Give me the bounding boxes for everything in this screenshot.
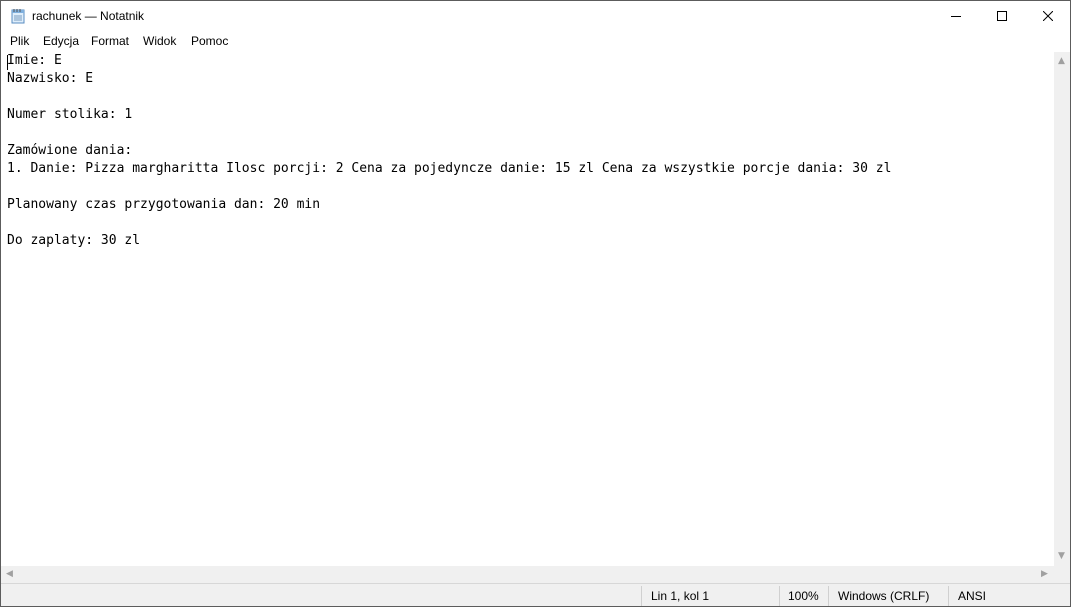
status-position: Lin 1, kol 1 <box>651 589 710 603</box>
scroll-left-icon[interactable]: ◀ <box>6 570 13 579</box>
scrollbar-corner <box>1054 566 1070 583</box>
minimize-button[interactable] <box>933 1 979 31</box>
maximize-icon <box>997 11 1007 21</box>
menu-bar: Plik Edycja Format Widok Pomoc <box>1 31 1070 51</box>
status-line-ending: Windows (CRLF) <box>838 589 930 603</box>
horizontal-scrollbar[interactable]: ◀ ▶ <box>1 566 1054 583</box>
status-encoding: ANSI <box>958 589 987 603</box>
vertical-scrollbar[interactable]: ▲ ▼ <box>1054 52 1070 566</box>
status-divider <box>828 586 829 606</box>
text-editor[interactable]: Imie: E Nazwisko: E Numer stolika: 1 Zam… <box>1 52 1054 566</box>
notepad-window: rachunek — Notatnik Plik Edycja Format W… <box>0 0 1071 607</box>
scroll-up-icon[interactable]: ▲ <box>1058 57 1065 66</box>
notepad-icon <box>11 8 25 24</box>
title-bar[interactable]: rachunek — Notatnik <box>1 1 1070 31</box>
status-bar: Lin 1, kol 1 100% Windows (CRLF) ANSI <box>1 583 1070 606</box>
scroll-right-icon[interactable]: ▶ <box>1041 570 1048 579</box>
menu-pomoc[interactable]: Pomoc <box>191 34 228 48</box>
minimize-icon <box>951 16 961 17</box>
window-title: rachunek — Notatnik <box>32 9 145 23</box>
close-icon <box>1043 11 1053 21</box>
status-divider <box>641 586 642 606</box>
menu-edycja[interactable]: Edycja <box>43 34 79 48</box>
document-text[interactable]: Imie: E Nazwisko: E Numer stolika: 1 Zam… <box>7 52 891 250</box>
menu-format[interactable]: Format <box>91 34 129 48</box>
close-button[interactable] <box>1025 1 1070 31</box>
scroll-down-icon[interactable]: ▼ <box>1058 552 1065 561</box>
status-zoom: 100% <box>788 589 819 603</box>
status-divider <box>779 586 780 606</box>
menu-plik[interactable]: Plik <box>10 34 29 48</box>
menu-widok[interactable]: Widok <box>143 34 176 48</box>
text-caret <box>7 55 8 70</box>
maximize-button[interactable] <box>979 1 1025 31</box>
status-divider <box>948 586 949 606</box>
